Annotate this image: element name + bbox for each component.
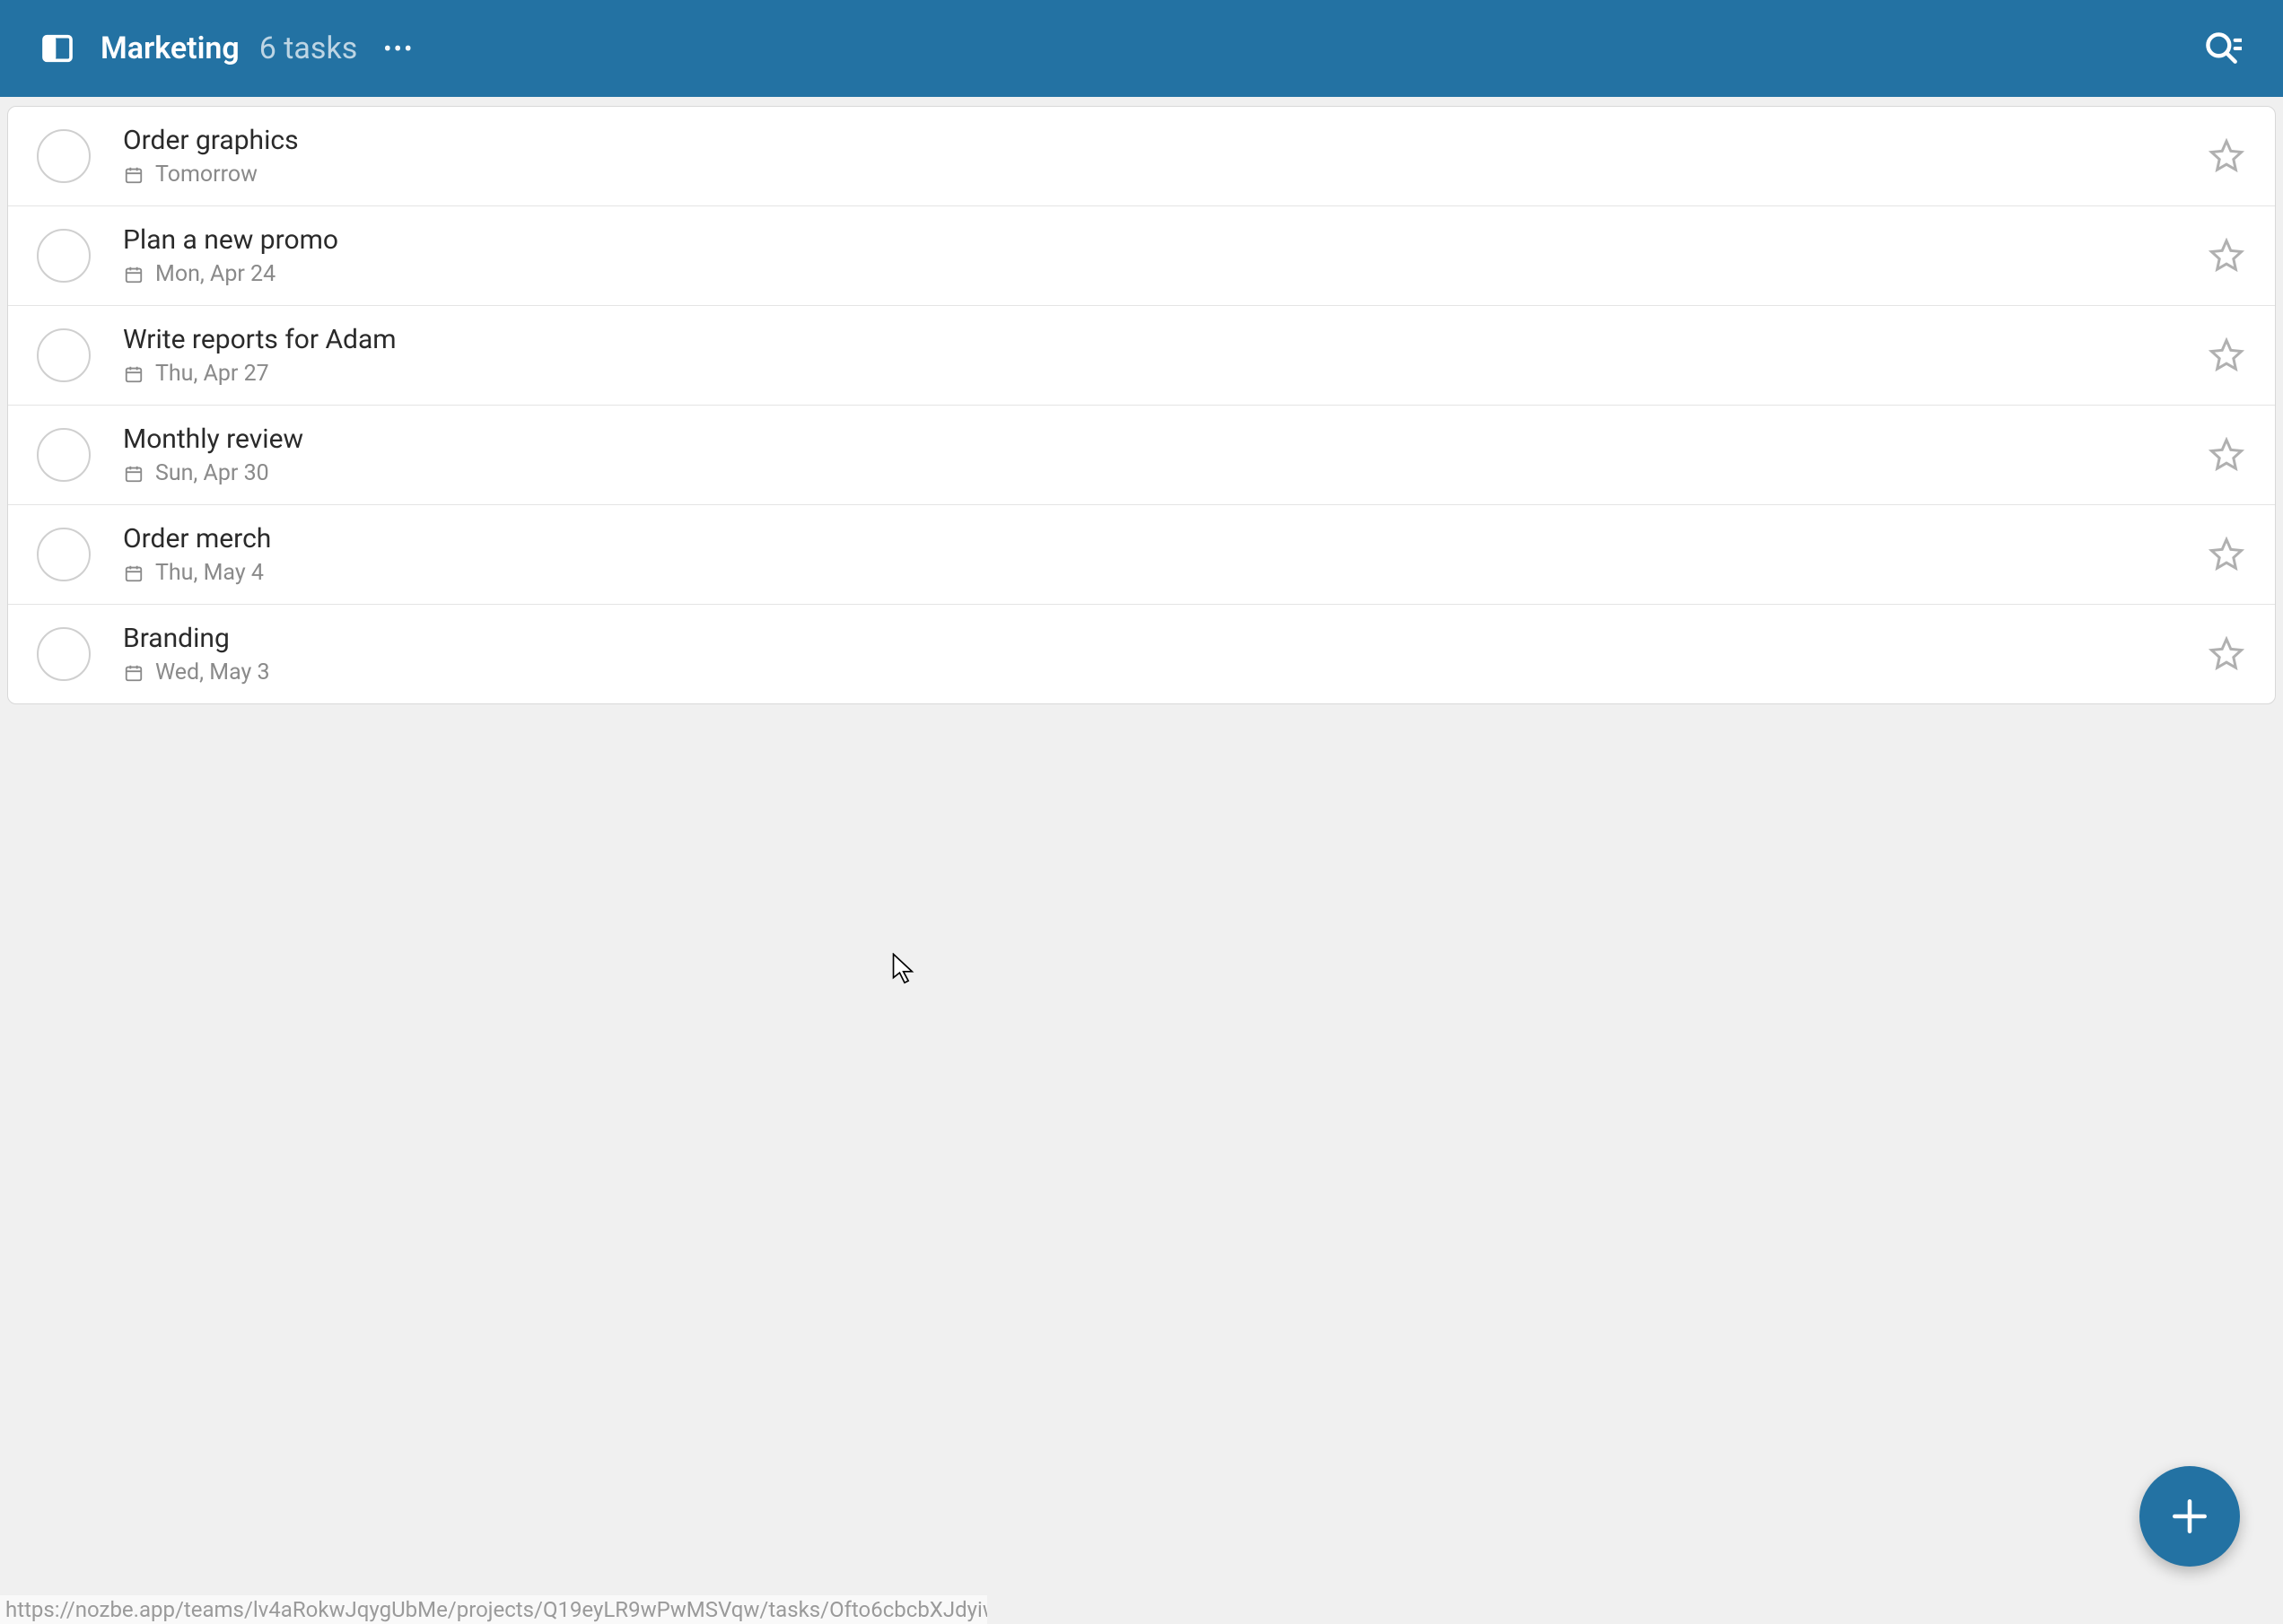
- task-date: Mon, Apr 24: [155, 261, 276, 287]
- task-title: Branding: [123, 623, 2203, 654]
- star-button[interactable]: [2203, 133, 2250, 179]
- task-title: Monthly review: [123, 423, 2203, 455]
- task-title: Write reports for Adam: [123, 324, 2203, 355]
- task-date: Thu, Apr 27: [155, 361, 269, 387]
- task-date: Sun, Apr 30: [155, 460, 269, 486]
- mouse-cursor: [892, 953, 917, 985]
- task-checkbox[interactable]: [37, 528, 91, 581]
- task-content: Order merch Thu, May 4: [123, 523, 2203, 586]
- star-icon: [2209, 537, 2244, 572]
- calendar-icon: [123, 164, 144, 186]
- status-bar-url: https://nozbe.app/teams/lv4aRokwJqygUbMe…: [0, 1595, 987, 1624]
- task-title: Order graphics: [123, 125, 2203, 156]
- star-button[interactable]: [2203, 631, 2250, 677]
- task-checkbox[interactable]: [37, 229, 91, 283]
- task-content: Order graphics Tomorrow: [123, 125, 2203, 188]
- task-date-row: Wed, May 3: [123, 659, 2203, 685]
- task-content: Monthly review Sun, Apr 30: [123, 423, 2203, 486]
- task-title: Order merch: [123, 523, 2203, 554]
- task-date-row: Thu, May 4: [123, 560, 2203, 586]
- task-title: Plan a new promo: [123, 224, 2203, 256]
- task-content: Branding Wed, May 3: [123, 623, 2203, 685]
- star-icon: [2209, 437, 2244, 473]
- search-button[interactable]: [2197, 23, 2247, 74]
- star-button[interactable]: [2203, 531, 2250, 578]
- task-date: Tomorrow: [155, 162, 258, 188]
- task-date-row: Tomorrow: [123, 162, 2203, 188]
- task-checkbox[interactable]: [37, 627, 91, 681]
- plus-icon: [2167, 1494, 2212, 1539]
- calendar-icon: [123, 363, 144, 385]
- task-item[interactable]: Monthly review Sun, Apr 30: [8, 406, 2275, 505]
- sidebar-toggle-button[interactable]: [36, 27, 79, 70]
- task-date: Thu, May 4: [155, 560, 264, 586]
- app-header: Marketing 6 tasks •••: [0, 0, 2283, 97]
- star-icon: [2209, 138, 2244, 174]
- task-item[interactable]: Branding Wed, May 3: [8, 605, 2275, 703]
- star-icon: [2209, 238, 2244, 274]
- calendar-icon: [123, 563, 144, 584]
- calendar-icon: [123, 463, 144, 485]
- star-button[interactable]: [2203, 432, 2250, 478]
- ellipsis-icon: •••: [383, 34, 414, 64]
- star-button[interactable]: [2203, 232, 2250, 279]
- sidebar-toggle-icon: [39, 31, 75, 66]
- task-checkbox[interactable]: [37, 328, 91, 382]
- task-date-row: Sun, Apr 30: [123, 460, 2203, 486]
- task-checkbox[interactable]: [37, 129, 91, 183]
- star-button[interactable]: [2203, 332, 2250, 379]
- star-icon: [2209, 337, 2244, 373]
- task-content: Plan a new promo Mon, Apr 24: [123, 224, 2203, 287]
- task-date: Wed, May 3: [155, 659, 270, 685]
- star-icon: [2209, 636, 2244, 672]
- task-checkbox[interactable]: [37, 428, 91, 482]
- project-title: Marketing: [101, 31, 240, 66]
- add-task-button[interactable]: [2139, 1466, 2240, 1567]
- more-options-button[interactable]: •••: [379, 29, 418, 68]
- calendar-icon: [123, 662, 144, 684]
- task-list: Order graphics Tomorrow Plan a new promo Mo…: [7, 106, 2276, 704]
- task-item[interactable]: Write reports for Adam Thu, Apr 27: [8, 306, 2275, 406]
- task-count-label: 6 tasks: [259, 31, 358, 66]
- task-item[interactable]: Order graphics Tomorrow: [8, 107, 2275, 206]
- task-item[interactable]: Plan a new promo Mon, Apr 24: [8, 206, 2275, 306]
- task-date-row: Thu, Apr 27: [123, 361, 2203, 387]
- calendar-icon: [123, 264, 144, 285]
- search-icon: [2202, 29, 2242, 68]
- task-date-row: Mon, Apr 24: [123, 261, 2203, 287]
- task-content: Write reports for Adam Thu, Apr 27: [123, 324, 2203, 387]
- task-item[interactable]: Order merch Thu, May 4: [8, 505, 2275, 605]
